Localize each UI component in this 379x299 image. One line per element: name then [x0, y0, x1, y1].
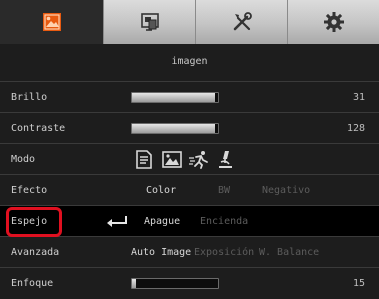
espejo-option-apague[interactable]: Apague — [144, 206, 180, 237]
row-avanzada[interactable]: Avanzada Auto Image Exposición W. Balanc… — [0, 236, 379, 267]
brillo-value: 31 — [352, 92, 365, 103]
avanzada-option-auto-image[interactable]: Auto Image — [131, 237, 191, 268]
tab-settings[interactable] — [287, 0, 379, 44]
avanzada-option-exposicion[interactable]: Exposición — [194, 237, 254, 268]
selection-highlight — [6, 207, 62, 237]
contraste-label: Contraste — [11, 123, 66, 134]
document-icon[interactable] — [135, 150, 153, 172]
contraste-slider-fill — [132, 124, 216, 133]
efecto-label: Efecto — [11, 185, 48, 196]
brillo-slider[interactable] — [131, 92, 219, 103]
efecto-option-color[interactable]: Color — [146, 175, 176, 206]
section-title: imagen — [171, 55, 208, 67]
enfoque-value: 15 — [352, 278, 365, 289]
row-modo[interactable]: Modo — [0, 143, 379, 174]
motion-icon[interactable] — [188, 150, 210, 172]
row-efecto[interactable]: Efecto Color BW Negativo — [0, 174, 379, 205]
contraste-slider[interactable] — [131, 123, 219, 134]
modo-label: Modo — [11, 154, 36, 165]
row-enfoque[interactable]: Enfoque 15 — [0, 267, 379, 298]
avanzada-option-w-balance[interactable]: W. Balance — [259, 237, 319, 268]
tools-icon — [231, 11, 253, 33]
gear-icon — [323, 11, 345, 33]
tab-tools[interactable] — [195, 0, 287, 44]
enfoque-label: Enfoque — [11, 278, 54, 289]
image-settings-icon — [42, 12, 62, 32]
efecto-option-negativo[interactable]: Negativo — [262, 175, 310, 206]
enfoque-slider-fill — [132, 279, 137, 288]
tab-bar — [0, 0, 379, 44]
brillo-slider-fill — [132, 93, 216, 102]
contraste-value: 128 — [346, 123, 365, 134]
tab-image[interactable] — [0, 0, 103, 44]
avanzada-label: Avanzada — [11, 247, 60, 258]
row-contraste[interactable]: Contraste 128 — [0, 112, 379, 143]
efecto-option-bw[interactable]: BW — [218, 175, 230, 206]
brillo-label: Brillo — [11, 92, 48, 103]
microscope-icon[interactable] — [216, 150, 234, 172]
display-settings-icon — [140, 12, 160, 32]
row-brillo[interactable]: Brillo 31 — [0, 81, 379, 112]
espejo-option-encienda[interactable]: Encienda — [200, 206, 248, 237]
enfoque-slider[interactable] — [131, 278, 219, 289]
enter-icon — [106, 216, 128, 231]
tab-display[interactable] — [103, 0, 195, 44]
photo-icon[interactable] — [162, 150, 182, 172]
